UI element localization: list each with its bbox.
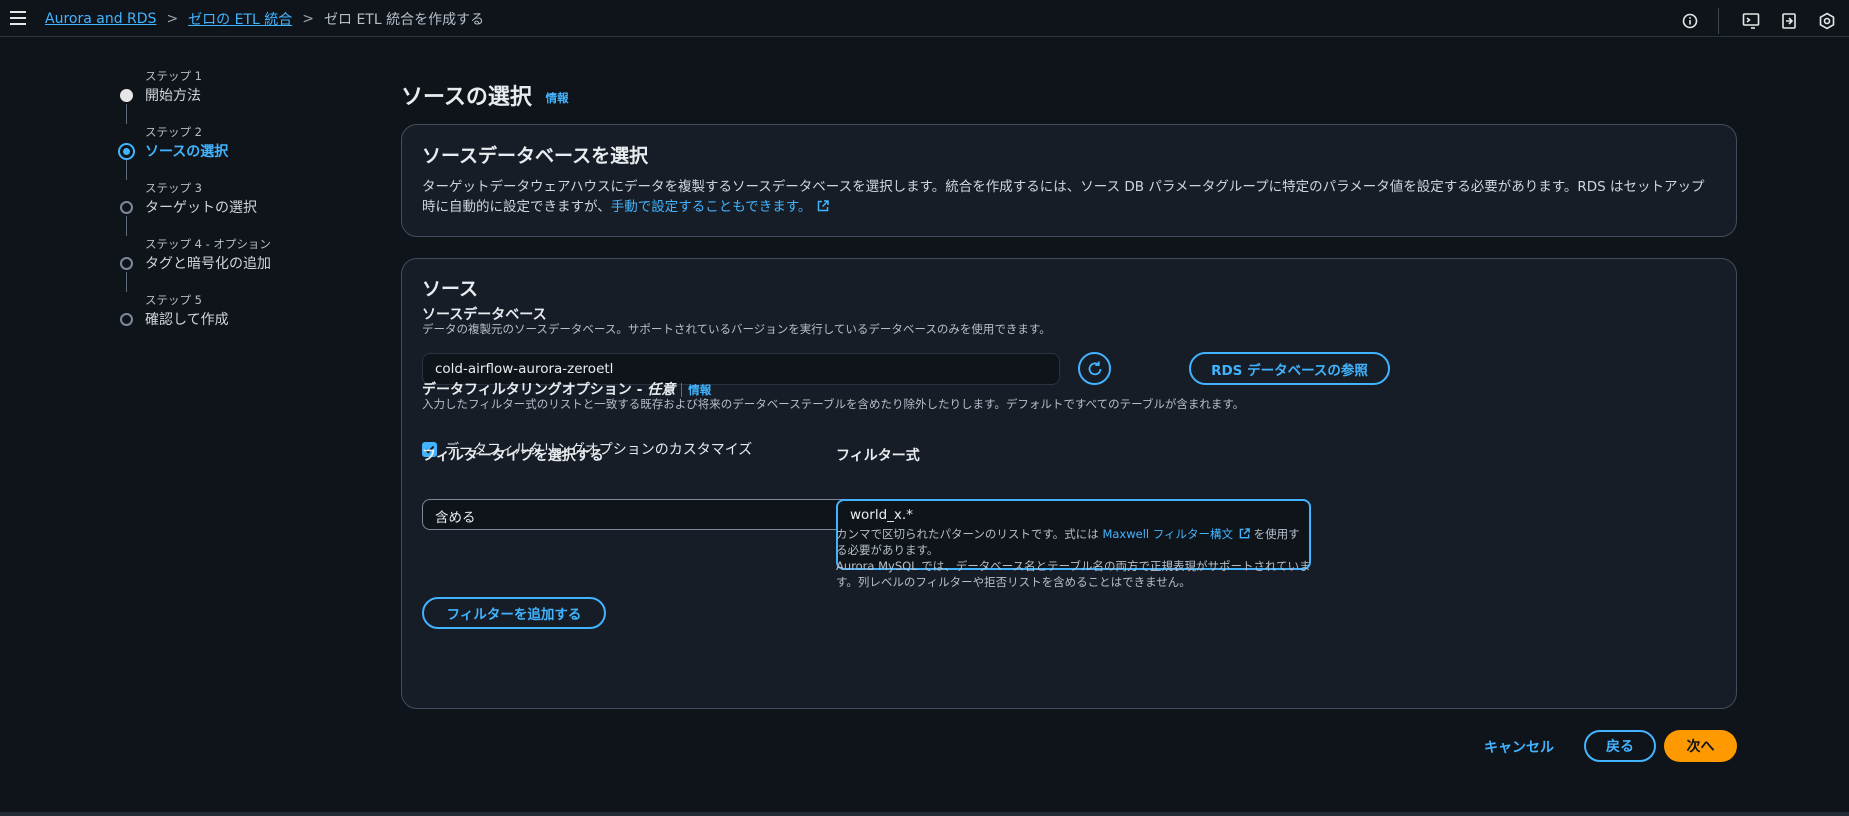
step-name: ターゲットの選択 bbox=[145, 200, 257, 216]
chevron-right-icon: > bbox=[166, 11, 179, 27]
refresh-button[interactable] bbox=[1078, 352, 1111, 385]
settings-icon[interactable] bbox=[1817, 11, 1837, 31]
hint-text: カンマで区切られたパターンのリストです。式には bbox=[836, 527, 1103, 541]
breadcrumb-zero-etl[interactable]: ゼロの ETL 統合 bbox=[188, 9, 292, 29]
data-filtering-info-link[interactable]: 情報 bbox=[681, 383, 712, 397]
page-title: ソースの選択 情報 bbox=[401, 79, 569, 111]
step-status-icon bbox=[120, 313, 133, 326]
filter-expression-label: フィルター式 bbox=[836, 448, 920, 464]
next-button[interactable]: 次へ bbox=[1664, 730, 1737, 762]
top-navigation-bar: Aurora and RDS > ゼロの ETL 統合 > ゼロ ETL 統合を… bbox=[0, 0, 1849, 37]
step-status-icon bbox=[120, 89, 133, 102]
step-number: ステップ 5 bbox=[145, 293, 202, 307]
add-filter-button[interactable]: フィルターを追加する bbox=[422, 597, 606, 629]
step-number: ステップ 1 bbox=[145, 69, 202, 83]
bottom-strip bbox=[0, 812, 1849, 816]
notifications-icon[interactable] bbox=[1779, 11, 1799, 31]
filter-type-label: フィルタータイプを選択する bbox=[422, 448, 604, 464]
back-button[interactable]: 戻る bbox=[1584, 730, 1656, 762]
external-link-icon bbox=[1239, 528, 1250, 539]
step-status-icon bbox=[118, 143, 135, 160]
card-title: ソースデータベースを選択 bbox=[422, 145, 649, 167]
step-number: ステップ 3 bbox=[145, 181, 202, 195]
breadcrumb-aurora-rds[interactable]: Aurora and RDS bbox=[45, 11, 156, 27]
breadcrumb: Aurora and RDS > ゼロの ETL 統合 > ゼロ ETL 統合を… bbox=[45, 9, 484, 29]
step-name: 確認して作成 bbox=[145, 312, 229, 328]
aurora-mysql-hint: Aurora MySQL では、データベース名とテーブル名の両方で正規表現がサポ… bbox=[836, 559, 1311, 589]
step-connector bbox=[126, 216, 127, 236]
cancel-button[interactable]: キャンセル bbox=[1484, 737, 1554, 757]
external-link-icon bbox=[818, 200, 830, 212]
step-name: 開始方法 bbox=[145, 88, 201, 104]
card-title: ソース bbox=[422, 278, 479, 300]
step-connector bbox=[126, 104, 127, 124]
cloudshell-icon[interactable] bbox=[1741, 11, 1761, 31]
filter-type-select[interactable]: 含める bbox=[422, 499, 894, 530]
filter-expression-hint: カンマで区切られたパターンのリストです。式には Maxwell フィルター構文 … bbox=[836, 526, 1311, 558]
step-status-icon bbox=[120, 201, 133, 214]
step-number: ステップ 4 - オプション bbox=[145, 237, 271, 251]
step-connector bbox=[126, 160, 127, 180]
info-icon[interactable] bbox=[1680, 11, 1700, 31]
menu-icon[interactable] bbox=[10, 11, 26, 25]
step-connector bbox=[126, 272, 127, 292]
step-name: タグと暗号化の追加 bbox=[145, 256, 271, 272]
breadcrumb-current: ゼロ ETL 統合を作成する bbox=[324, 12, 485, 28]
step-status-icon bbox=[120, 257, 133, 270]
source-db-description: データの複製元のソースデータベース。サポートされているバージョンを実行しているデ… bbox=[422, 322, 1051, 336]
step-name: ソースの選択 bbox=[145, 144, 229, 160]
filter-type-value: 含める bbox=[435, 510, 476, 526]
top-icons bbox=[1680, 8, 1837, 34]
browse-rds-databases-button[interactable]: RDS データベースの参照 bbox=[1189, 352, 1390, 385]
source-card: ソース ソースデータベース データの複製元のソースデータベース。サポートされてい… bbox=[401, 258, 1737, 709]
divider bbox=[1718, 8, 1719, 34]
refresh-icon bbox=[1088, 361, 1101, 375]
maxwell-filter-syntax-link[interactable]: Maxwell フィルター構文 bbox=[1102, 527, 1233, 541]
step-number: ステップ 2 bbox=[145, 125, 202, 139]
data-filtering-description: 入力したフィルター式のリストと一致する既存および将来のデータベーステーブルを含め… bbox=[422, 397, 1245, 411]
card-description: ターゲットデータウェアハウスにデータを複製するソースデータベースを選択します。統… bbox=[422, 177, 1712, 217]
manual-setup-link[interactable]: 手動で設定することもできます。 bbox=[611, 199, 812, 215]
page-title-text: ソースの選択 bbox=[401, 85, 532, 110]
page-info-link[interactable]: 情報 bbox=[546, 91, 569, 105]
chevron-right-icon: > bbox=[302, 11, 315, 27]
select-source-db-card: ソースデータベースを選択 ターゲットデータウェアハウスにデータを複製するソースデ… bbox=[401, 124, 1737, 237]
